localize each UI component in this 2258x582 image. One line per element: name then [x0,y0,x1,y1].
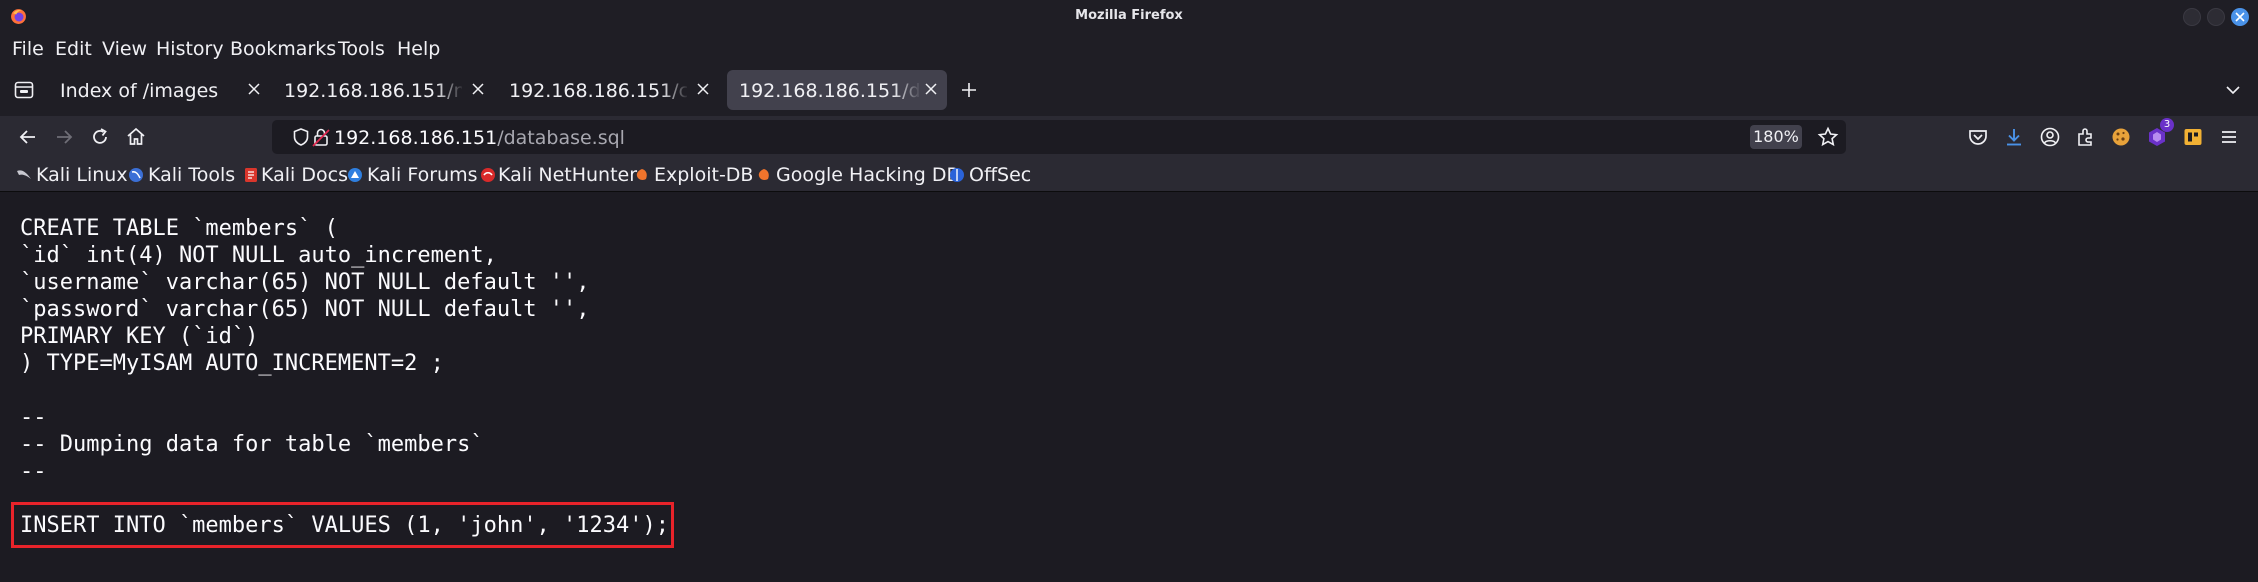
maximize-button[interactable] [2207,8,2225,26]
tab-label: Index of /images [60,80,219,102]
sql-comment-line: -- Dumping data for table `members` [20,432,484,457]
title-bar: Mozilla Firefox [0,0,2258,34]
reload-icon[interactable] [89,126,111,148]
ghdb-icon [758,169,769,180]
sql-line: PRIMARY KEY (`id`) [20,324,259,349]
bookmark-label: Exploit-DB [654,164,754,186]
kali-dragon-icon [17,170,31,179]
pocket-icon[interactable] [1967,126,1989,148]
bookmark-label: Kali Forums [367,164,478,186]
sql-line: CREATE TABLE `members` ( [20,216,338,241]
tab-close-icon[interactable] [470,81,486,97]
menu-edit[interactable]: Edit [55,38,92,60]
back-arrow-icon[interactable] [17,126,39,148]
window-title: Mozilla Firefox [1075,8,1183,23]
extension-icon[interactable] [2182,126,2204,148]
bookmark-label: Google Hacking DB [776,164,960,186]
bookmark-label: Kali Linux [36,164,128,186]
menu-bar: File Edit View History Bookmarks Tools H… [0,34,2258,64]
tab-members[interactable]: 192.168.186.151/members [272,70,492,110]
tab-fade [661,70,689,110]
bookmark-label: Kali Docs [261,164,348,186]
sql-insert-line: INSERT INTO `members` VALUES (1, 'john',… [20,513,670,538]
tab-fade [893,70,921,110]
cookie-extension-icon[interactable] [2110,126,2132,148]
sql-comment-line: -- [20,459,47,484]
forward-arrow-icon[interactable] [53,126,75,148]
sql-line: `username` varchar(65) NOT NULL default … [20,270,590,295]
menu-bookmarks[interactable]: Bookmarks [230,38,336,60]
exploit-db-icon [636,169,647,180]
menu-file[interactable]: File [12,38,44,60]
menu-tools[interactable]: Tools [338,38,385,60]
page-content: CREATE TABLE `members` ( `id` int(4) NOT… [0,193,2258,582]
kali-nethunter-icon [481,168,495,182]
minimize-button[interactable] [2183,8,2201,26]
menu-help[interactable]: Help [397,38,440,60]
url-path: /database.sql [497,127,625,149]
kali-tools-icon [129,168,143,182]
home-icon[interactable] [125,126,147,148]
close-window-button[interactable] [2231,8,2249,26]
sql-line: `id` int(4) NOT NULL auto_increment, [20,243,497,268]
tab-bar: Index of /images 192.168.186.151/members… [0,64,2258,116]
downloads-icon[interactable] [2003,126,2025,148]
tab-database-sql[interactable]: 192.168.186.151/database.sql [727,70,947,110]
new-tab-icon[interactable] [960,81,978,99]
url-text[interactable]: 192.168.186.151/database.sql [334,127,625,149]
offsec-icon [950,168,964,182]
kali-forums-icon [348,168,362,182]
bookmark-label: OffSec [969,164,1032,186]
tab-index-of-images[interactable]: Index of /images [48,70,268,110]
menu-icon[interactable] [2218,126,2240,148]
extension-badge-icon[interactable]: 3 [2146,118,2174,148]
zoom-level-badge[interactable]: 180% [1750,125,1802,149]
bookmark-label: Kali NetHunter [498,164,638,186]
url-host: 192.168.186.151 [334,127,498,149]
menu-history[interactable]: History [156,38,224,60]
bookmark-star-icon[interactable] [1817,126,1839,148]
tab-close-icon[interactable] [923,81,939,97]
sql-comment-line: -- [20,405,47,430]
tab-checklogin[interactable]: 192.168.186.151/checklogin [497,70,717,110]
close-icon [2235,12,2245,22]
list-all-tabs-chevron-icon[interactable] [2225,84,2241,96]
tracking-protection-shield-icon[interactable] [292,127,310,147]
insecure-lock-icon[interactable] [312,127,330,147]
url-bar[interactable]: 192.168.186.151/database.sql 180% [272,120,1846,154]
bookmark-label: Kali Tools [148,164,236,186]
sql-line: ) TYPE=MyISAM AUTO_INCREMENT=2 ; [20,351,444,376]
bookmarks-toolbar: Kali Linux Kali Tools Kali Docs Kali For… [0,158,2258,192]
menu-view[interactable]: View [102,38,147,60]
account-icon[interactable] [2039,126,2061,148]
extension-badge-count: 3 [2160,118,2174,132]
tab-fade [436,70,464,110]
firefox-view-icon[interactable] [14,81,34,99]
extensions-icon[interactable] [2075,126,2097,148]
tab-close-icon[interactable] [246,81,262,97]
navigation-bar: 192.168.186.151/database.sql 180% 3 [0,116,2258,158]
kali-docs-icon [245,168,257,182]
tab-close-icon[interactable] [695,81,711,97]
sql-line: `password` varchar(65) NOT NULL default … [20,297,590,322]
